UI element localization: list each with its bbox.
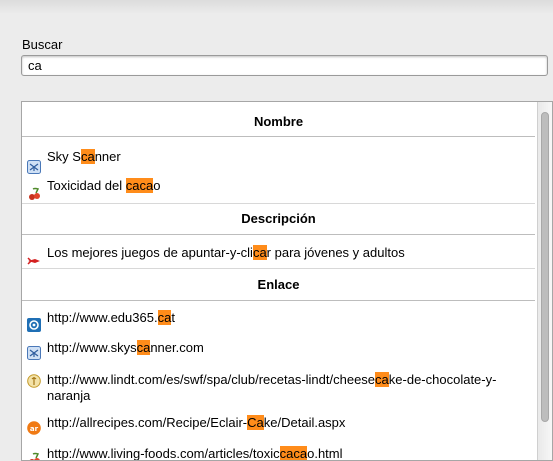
- sky-scanner-icon: [27, 341, 41, 360]
- result-text-pre: Sky S: [47, 149, 81, 164]
- result-text-pre: http://www.edu365.: [47, 310, 158, 325]
- result-item[interactable]: http://www.living-foods.com/articles/tox…: [22, 439, 535, 461]
- result-text-post: nner: [94, 149, 121, 164]
- result-text-post: r para jóvenes y adultos: [266, 245, 405, 260]
- search-label: Buscar: [22, 37, 63, 52]
- svg-text:ar: ar: [30, 425, 39, 433]
- result-item[interactable]: Sky Scanner: [22, 137, 535, 174]
- result-item[interactable]: http://www.edu365.cat: [22, 301, 535, 333]
- section-header-name: Nombre: [22, 102, 535, 137]
- sky-scanner-icon: [27, 150, 41, 174]
- result-text-pre: Toxicidad del: [47, 178, 126, 193]
- results-content: Nombre Sky Scanner Toxicidad del cacao D…: [22, 102, 535, 461]
- result-text-pre: http://www.lindt.com/es/swf/spa/club/rec…: [47, 372, 376, 387]
- result-text-post: t: [171, 310, 175, 325]
- result-text-pre: http://allrecipes.com/Recipe/Eclair-: [47, 415, 248, 430]
- allrecipes-icon: ar: [27, 416, 41, 435]
- search-input[interactable]: [21, 55, 548, 76]
- result-item[interactable]: ar http://allrecipes.com/Recipe/Eclair-C…: [22, 408, 535, 439]
- section-header-link: Enlace: [22, 268, 535, 301]
- result-text-pre: http://www.skys: [47, 340, 137, 355]
- edu365-icon: [27, 311, 41, 332]
- result-item[interactable]: Toxicidad del cacao: [22, 168, 535, 203]
- result-text-post: ke-de-chocolate-y-: [388, 372, 497, 387]
- result-item[interactable]: http://www.lindt.com/es/swf/spa/club/rec…: [22, 363, 535, 408]
- lindt-icon: [27, 374, 41, 388]
- red-dart-icon: [27, 246, 41, 265]
- result-text-pre: http://www.living-foods.com/articles/tox…: [47, 446, 280, 461]
- result-item[interactable]: Los mejores juegos de apuntar-y-clicar p…: [22, 235, 535, 268]
- section-header-description: Descripción: [22, 203, 535, 235]
- result-text-post: nner.com: [150, 340, 204, 355]
- result-text-pre: Los mejores juegos de apuntar-y-cli: [47, 245, 253, 260]
- vertical-scrollbar[interactable]: [537, 102, 552, 460]
- match-highlight: ca: [252, 245, 267, 260]
- result-text-post: o.html: [307, 446, 343, 461]
- result-text-post: ke/Detail.aspx: [263, 415, 346, 430]
- results-list: Nombre Sky Scanner Toxicidad del cacao D…: [21, 101, 553, 461]
- match-highlight: caca: [125, 178, 154, 193]
- match-highlight: ca: [80, 149, 95, 164]
- result-item[interactable]: http://www.skyscanner.com: [22, 333, 535, 363]
- match-highlight: ca: [375, 372, 389, 387]
- match-highlight: caca: [279, 446, 308, 461]
- window-top-shade: [0, 0, 553, 14]
- match-highlight: ca: [136, 340, 151, 355]
- scrollbar-thumb[interactable]: [541, 112, 549, 422]
- match-highlight: Ca: [247, 415, 264, 430]
- cherry-icon: [27, 179, 41, 200]
- result-text-post: o: [153, 178, 161, 193]
- result-text-line2: naranja: [47, 388, 91, 403]
- match-highlight: ca: [157, 310, 172, 325]
- cherry-icon: [27, 447, 41, 460]
